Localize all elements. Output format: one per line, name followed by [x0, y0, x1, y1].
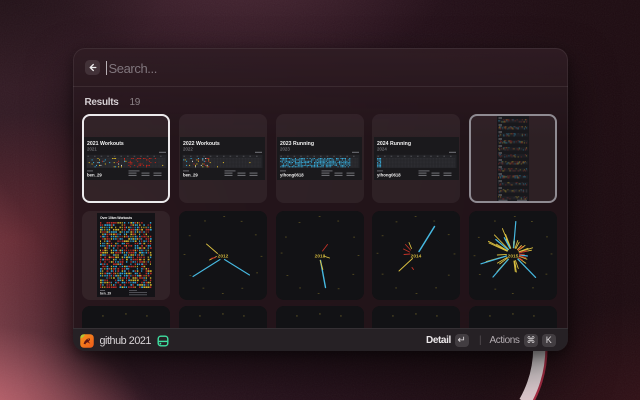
- svg-text:2023: 2023: [280, 146, 290, 151]
- svg-text:2014: 2014: [411, 253, 422, 259]
- svg-text:ben_29: ben_29: [183, 172, 198, 177]
- svg-text:2012: 2012: [217, 253, 228, 259]
- svg-text:Over 10km Workouts: Over 10km Workouts: [100, 216, 132, 220]
- svg-text:2024: 2024: [377, 146, 387, 151]
- svg-text:2021: 2021: [87, 146, 97, 151]
- svg-text:2015: 2015: [508, 253, 519, 259]
- svg-text:ben_29: ben_29: [100, 292, 111, 296]
- svg-text:2022: 2022: [183, 146, 193, 151]
- svg-text:2013: 2013: [314, 253, 325, 259]
- svg-text:yihong0618: yihong0618: [280, 172, 304, 177]
- svg-text:yihong0618: yihong0618: [377, 172, 401, 177]
- svg-text:ben_29: ben_29: [87, 172, 102, 177]
